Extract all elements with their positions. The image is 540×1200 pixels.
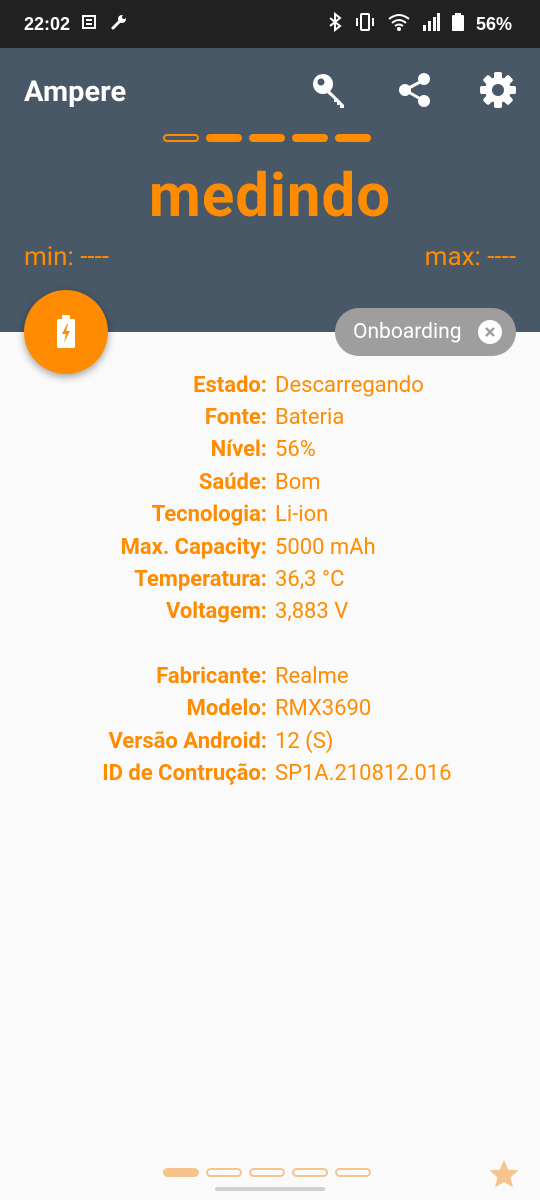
progress-dash — [292, 134, 328, 142]
device-label: Modelo: — [186, 696, 267, 722]
vibrate-icon — [354, 12, 376, 36]
device-value: 12 (S) — [275, 728, 334, 754]
progress-dash — [163, 134, 199, 142]
signal-icon — [422, 12, 440, 36]
device-row: Modelo: RMX3690 — [0, 693, 540, 725]
info-value: 36,3 °C — [275, 567, 345, 593]
info-label: Tecnologia: — [151, 502, 267, 528]
app-title: Ampere — [24, 75, 127, 109]
info-label: Voltagem: — [165, 599, 267, 625]
page-dot[interactable] — [206, 1168, 242, 1177]
measuring-status: medindo — [148, 160, 392, 231]
info-row: Fonte: Bateria — [0, 401, 540, 433]
info-label: Nível: — [210, 437, 267, 463]
max-value: max: ---- — [424, 242, 516, 272]
page-indicator — [163, 1168, 371, 1177]
info-row: Tecnologia: Li-ion — [0, 499, 540, 531]
device-row: Versão Android: 12 (S) — [0, 725, 540, 757]
page-dot-active[interactable] — [163, 1168, 199, 1177]
page-dot[interactable] — [249, 1168, 285, 1177]
wrench-icon — [110, 13, 128, 36]
device-label: ID de Contrução: — [102, 760, 267, 786]
info-row: Nível: 56% — [0, 434, 540, 466]
info-value: Bom — [275, 469, 321, 495]
info-value: 5000 mAh — [275, 534, 376, 560]
info-row: Estado: Descarregando — [0, 369, 540, 401]
page-dot[interactable] — [335, 1168, 371, 1177]
info-row: Saúde: Bom — [0, 466, 540, 498]
share-icon[interactable] — [395, 70, 435, 110]
battery-info-list: Estado: Descarregando Fonte: Bateria Nível… — [0, 369, 540, 790]
onboarding-label: Onboarding — [353, 320, 462, 344]
info-value: Bateria — [275, 405, 345, 431]
device-value: RMX3690 — [275, 696, 372, 722]
onboarding-chip[interactable]: Onboarding — [335, 308, 516, 356]
wifi-icon — [388, 13, 410, 36]
info-label: Temperatura: — [134, 567, 267, 593]
progress-dash — [249, 134, 285, 142]
device-row: Fabricante: Realme — [0, 660, 540, 692]
notification-icon — [82, 14, 98, 35]
star-icon[interactable] — [488, 1158, 520, 1190]
measure-progress-indicator — [163, 134, 371, 142]
gesture-home-bar[interactable] — [215, 1187, 325, 1191]
info-label: Saúde: — [198, 469, 267, 495]
status-bar-right: 56% — [328, 11, 512, 37]
info-value: 56% — [275, 437, 316, 463]
clock: 22:02 — [24, 13, 71, 34]
app-header: Ampere medindo min: ---- max: ---- — [0, 48, 540, 332]
battery-charging-icon — [57, 315, 75, 348]
info-label: Estado: — [193, 372, 267, 398]
info-row: Temperatura: 36,3 °C — [0, 563, 540, 595]
battery-fab[interactable] — [24, 290, 108, 374]
settings-icon[interactable] — [478, 70, 518, 110]
info-value: Li-ion — [275, 502, 329, 528]
device-value: Realme — [275, 663, 349, 689]
page-dot[interactable] — [292, 1168, 328, 1177]
device-value: SP1A.210812.016 — [275, 760, 452, 786]
battery-percent: 56% — [475, 13, 512, 34]
progress-dash — [335, 134, 371, 142]
bluetooth-icon — [328, 11, 342, 37]
battery-icon — [451, 12, 464, 36]
info-label: Fonte: — [204, 405, 267, 431]
device-row: ID de Contrução: SP1A.210812.016 — [0, 757, 540, 789]
min-value: min: ---- — [24, 242, 109, 272]
device-label: Versão Android: — [108, 728, 268, 754]
info-row: Voltagem: 3,883 V — [0, 596, 540, 628]
device-label: Fabricante: — [156, 663, 267, 689]
progress-dash — [206, 134, 242, 142]
info-row: Max. Capacity: 5000 mAh — [0, 531, 540, 563]
status-bar: 22:02 56% — [0, 0, 540, 48]
close-icon[interactable] — [478, 320, 502, 344]
status-bar-left: 22:02 — [24, 13, 128, 36]
key-icon[interactable] — [310, 70, 350, 110]
info-label: Max. Capacity: — [120, 534, 267, 560]
info-value: 3,883 V — [275, 599, 349, 625]
info-value: Descarregando — [275, 372, 424, 398]
